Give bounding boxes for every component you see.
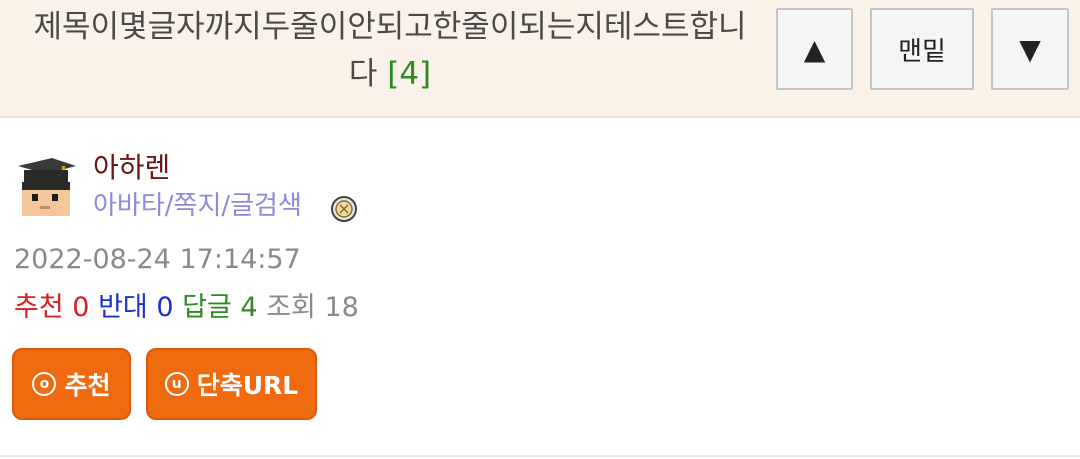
recommend-circle-icon: o [32, 372, 57, 396]
arrow-down-icon: ▼ [1019, 32, 1041, 66]
author-links[interactable]: 아바타/쪽지/글검색 [93, 188, 302, 224]
oppose-label: 반대 [98, 292, 148, 323]
short-url-button-label: 단축URL [196, 371, 299, 400]
oppose-count: 0 [156, 292, 174, 323]
bottom-divider [0, 455, 1080, 457]
views-count: 18 [324, 292, 359, 323]
scroll-down-button[interactable]: ▼ [991, 8, 1069, 90]
go-bottom-label: 맨밑 [898, 36, 946, 67]
arrow-up-icon: ▲ [803, 32, 826, 66]
post-datetime: 2022-08-24 17:14:57 [14, 244, 301, 275]
url-circle-icon: u [164, 372, 189, 396]
author-name[interactable]: 아하렌 [93, 150, 170, 186]
level-badge-icon [331, 196, 357, 222]
recommend-label: 추천 [14, 292, 64, 323]
post-title: 제목이몇글자까지두줄이안되고한줄이되는지테스트합니다 [4] [22, 4, 758, 98]
post-stats: 추천 0 반대 0 답글 4 조회 18 [14, 290, 359, 326]
reply-count: [4] [387, 56, 432, 92]
post-header: 제목이몇글자까지두줄이안되고한줄이되는지테스트합니다 [4] ▲ 맨밑 ▼ [0, 0, 1080, 118]
recommend-count: 0 [72, 292, 90, 323]
views-label: 조회 [266, 292, 316, 323]
reply-label: 답글 [182, 292, 232, 323]
short-url-button[interactable]: u 단축URL [146, 348, 317, 420]
recommend-button-label: 추천 [64, 371, 111, 400]
student-avatar-icon[interactable] [12, 154, 78, 220]
recommend-button[interactable]: o 추천 [12, 348, 131, 420]
scroll-up-button[interactable]: ▲ [776, 8, 853, 90]
reply-stat-count: 4 [240, 292, 258, 323]
go-bottom-button[interactable]: 맨밑 [870, 8, 974, 90]
